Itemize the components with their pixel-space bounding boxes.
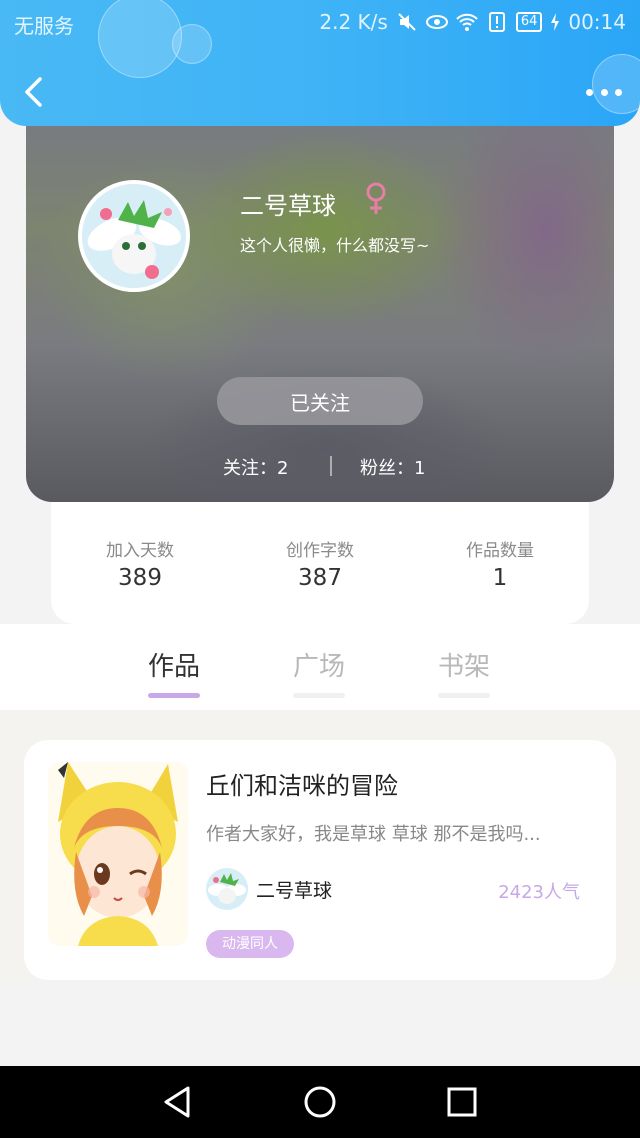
square-recents-icon xyxy=(447,1087,477,1117)
work-tag[interactable]: 动漫同人 xyxy=(206,930,294,958)
work-title: 丘们和洁咪的冒险 xyxy=(206,772,398,800)
clock: 00:14 xyxy=(568,10,626,34)
nav-recents-button[interactable] xyxy=(444,1084,480,1120)
stat-word-count: 创作字数 387 xyxy=(260,536,380,591)
more-dot xyxy=(615,88,622,96)
tab-square[interactable]: 广场 xyxy=(279,646,359,698)
status-right: 2.2 K/s 64 00:14 xyxy=(319,10,626,34)
author-name: 二号草球 xyxy=(256,879,333,902)
top-header: 无服务 2.2 K/s 64 00:14 xyxy=(0,0,640,126)
mute-icon xyxy=(396,12,418,32)
profile-banner: 二号草球 这个人很懒，什么都没写~ 已关注 关注：2 粉丝：1 xyxy=(26,110,614,502)
nickname: 二号草球 xyxy=(240,192,336,220)
status-bar: 无服务 2.2 K/s 64 00:14 xyxy=(0,0,640,44)
fans-count[interactable]: 粉丝：1 xyxy=(360,454,425,480)
more-dot xyxy=(586,88,593,96)
tab-indicator xyxy=(148,693,200,698)
following-count[interactable]: 关注：2 xyxy=(223,454,288,480)
net-speed: 2.2 K/s xyxy=(319,10,388,34)
nav-back-button[interactable] xyxy=(160,1084,196,1120)
stat-value: 387 xyxy=(298,565,342,591)
chevron-left-icon xyxy=(25,77,42,107)
work-author[interactable]: 二号草球 xyxy=(206,868,332,910)
tab-label: 广场 xyxy=(292,652,345,682)
cover-image xyxy=(48,762,188,946)
tab-bookshelf[interactable]: 书架 xyxy=(424,646,504,698)
battery-level: 64 xyxy=(515,12,543,32)
work-cover[interactable] xyxy=(48,762,188,946)
stat-label: 创作字数 xyxy=(286,541,354,561)
work-card[interactable]: 丘们和洁咪的冒险 作者大家好，我是草球 草球 那不是我吗... 二号草球 242… xyxy=(24,740,616,980)
tab-indicator xyxy=(438,693,490,698)
follow-stats: 关注：2 粉丝：1 xyxy=(26,452,614,482)
work-description: 作者大家好，我是草球 草球 那不是我吗... xyxy=(206,824,541,845)
battery-icon: 64 xyxy=(515,12,543,32)
carrier-text: 无服务 xyxy=(14,14,74,38)
circle-home-icon xyxy=(304,1086,336,1118)
more-options-button[interactable] xyxy=(586,80,622,104)
stat-value: 389 xyxy=(118,565,162,591)
tab-label: 书架 xyxy=(437,652,490,682)
divider xyxy=(330,456,332,476)
system-nav-bar xyxy=(0,1066,640,1138)
alert-icon xyxy=(486,12,508,32)
more-dot xyxy=(600,88,608,96)
wifi-icon xyxy=(456,12,478,32)
stat-work-count: 作品数量 1 xyxy=(440,536,560,591)
work-popularity: 2423人气 xyxy=(498,882,580,903)
stat-label: 加入天数 xyxy=(106,541,174,561)
avatar[interactable] xyxy=(78,180,190,292)
tab-bar: 作品 广场 书架 xyxy=(0,624,640,710)
bio: 这个人很懒，什么都没写~ xyxy=(240,236,430,255)
follow-button[interactable]: 已关注 xyxy=(217,377,423,425)
author-avatar xyxy=(206,868,248,910)
stats-card: 加入天数 389 创作字数 387 作品数量 1 xyxy=(51,490,589,624)
nav-home-button[interactable] xyxy=(302,1084,338,1120)
stat-value: 1 xyxy=(492,565,508,591)
triangle-back-icon xyxy=(164,1086,190,1118)
tab-label: 作品 xyxy=(147,652,200,682)
tab-indicator xyxy=(293,693,345,698)
back-button[interactable] xyxy=(20,76,48,108)
avatar-image xyxy=(82,184,186,288)
tab-works[interactable]: 作品 xyxy=(134,646,214,698)
stat-label: 作品数量 xyxy=(466,541,534,561)
stat-join-days: 加入天数 389 xyxy=(80,536,200,591)
female-icon xyxy=(364,182,388,216)
charging-icon xyxy=(550,12,560,32)
eye-icon xyxy=(425,12,448,32)
